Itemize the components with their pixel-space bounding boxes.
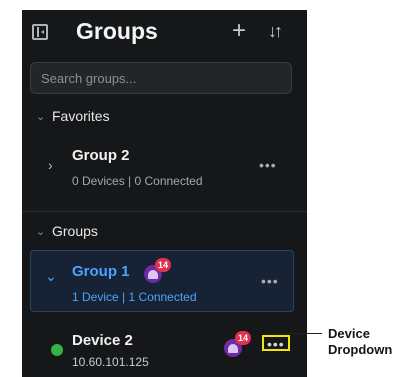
device-dropdown-callout: Device Dropdown bbox=[328, 326, 392, 358]
favorites-section-header[interactable]: ⌄ Favorites bbox=[22, 108, 307, 128]
chevron-right-icon: › bbox=[48, 157, 53, 173]
favorites-label: Favorites bbox=[52, 108, 110, 124]
callout-line bbox=[270, 333, 322, 334]
sort-icon[interactable]: ↓↑ bbox=[268, 21, 283, 41]
device-row[interactable]: Device 2 10.60.101.125 14 ••• bbox=[30, 328, 292, 374]
search-input[interactable] bbox=[30, 62, 292, 94]
group-status: 1 Device | 1 Connected bbox=[72, 290, 197, 304]
page-title: Groups bbox=[76, 18, 158, 44]
alert-count-badge: 14 bbox=[235, 331, 251, 345]
device-name: Device 2 bbox=[72, 332, 133, 349]
callout-line-1: Device bbox=[328, 326, 370, 341]
groups-label: Groups bbox=[52, 223, 98, 239]
favorite-group-row[interactable]: › Group 2 0 Devices | 0 Connected ••• bbox=[30, 142, 292, 194]
device-ip: 10.60.101.125 bbox=[72, 355, 149, 369]
group-name: Group 1 bbox=[72, 263, 130, 280]
sidebar-toggle-icon[interactable] bbox=[32, 24, 48, 40]
chevron-down-icon: ⌄ bbox=[36, 111, 46, 123]
dropdown-highlight bbox=[262, 335, 290, 351]
panel-header: Groups + ↓↑ bbox=[22, 10, 307, 54]
groups-section-header[interactable]: ⌄ Groups bbox=[22, 223, 307, 243]
chevron-down-icon: ⌄ bbox=[45, 268, 57, 284]
more-icon[interactable]: ••• bbox=[259, 157, 277, 173]
chevron-down-icon: ⌄ bbox=[36, 226, 46, 238]
group-name: Group 2 bbox=[72, 147, 130, 164]
group-status: 0 Devices | 0 Connected bbox=[72, 174, 203, 188]
section-divider bbox=[22, 211, 307, 212]
groups-panel: Groups + ↓↑ ⌄ Favorites › Group 2 0 Devi… bbox=[22, 10, 307, 377]
callout-line-2: Dropdown bbox=[328, 342, 393, 357]
status-dot bbox=[51, 344, 63, 356]
more-icon[interactable]: ••• bbox=[261, 273, 279, 289]
alert-count-badge: 14 bbox=[155, 258, 171, 272]
plus-icon[interactable]: + bbox=[232, 19, 246, 43]
active-group-row[interactable]: ⌄ Group 1 14 1 Device | 1 Connected ••• bbox=[30, 250, 294, 312]
